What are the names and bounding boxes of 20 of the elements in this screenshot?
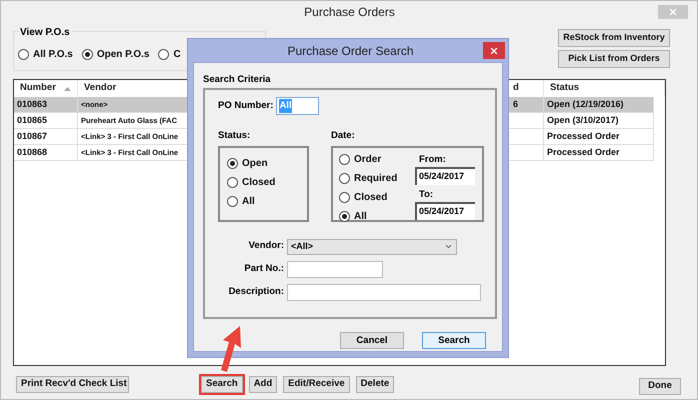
table-cell-text: Open (3/10/2017) xyxy=(547,114,619,127)
dialog-title: Purchase Order Search xyxy=(286,42,415,60)
table-cell-text: Processed Order xyxy=(547,146,620,159)
window-title: Purchase Orders xyxy=(303,4,396,21)
field-label: Status: xyxy=(218,129,252,144)
field-label: PO Number: xyxy=(218,99,274,114)
field-label: Description: xyxy=(228,284,285,299)
table-cell-text: 6 xyxy=(513,98,518,111)
table-cell-text: 010863 xyxy=(17,98,48,111)
field-label: Date: xyxy=(331,129,356,144)
table-cell-text: Open (12/19/2016) xyxy=(547,98,624,111)
table-cell-text: 010868 xyxy=(17,146,48,159)
table-cell-text: 010867 xyxy=(17,130,48,143)
field-label: Vendor: xyxy=(248,239,285,254)
field-label: Part No.: xyxy=(243,262,285,276)
table-cell-text: 010865 xyxy=(17,114,48,127)
table-cell-text: Processed Order xyxy=(547,130,620,143)
field-label: From: xyxy=(419,152,447,166)
field-label: To: xyxy=(419,188,434,202)
group-title: Search Criteria xyxy=(203,73,272,87)
